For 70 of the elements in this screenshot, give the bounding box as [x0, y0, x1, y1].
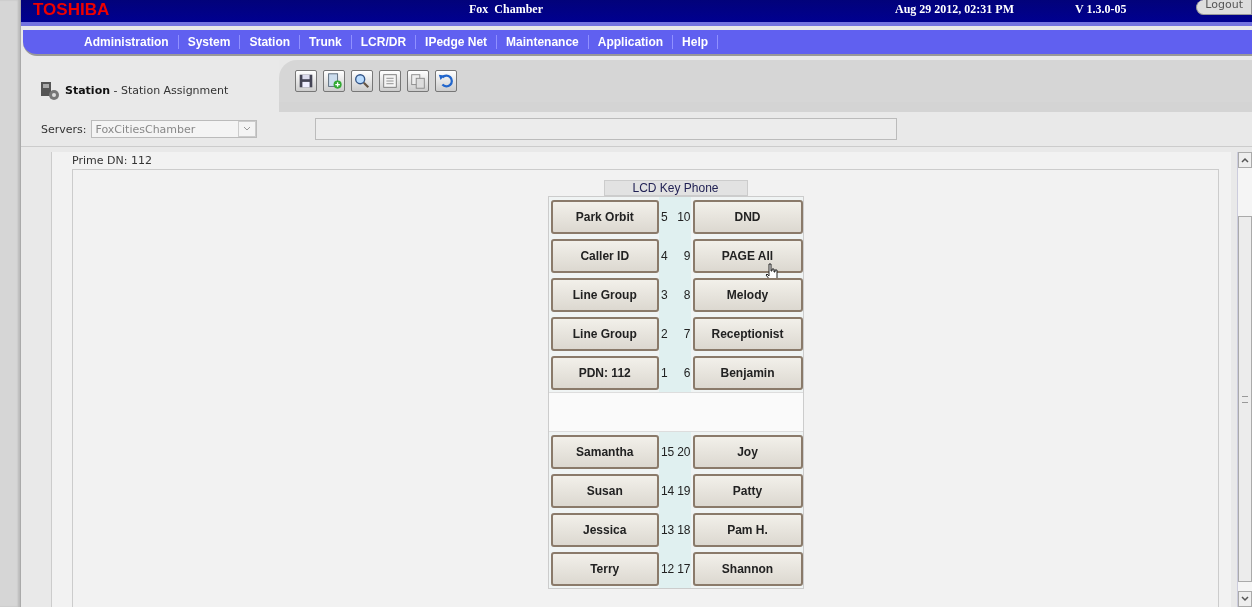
- copy-button[interactable]: [407, 70, 429, 92]
- undo-icon: [437, 72, 455, 90]
- search-icon: [353, 72, 371, 90]
- key-number: 20: [676, 444, 691, 459]
- key-button[interactable]: Patty: [692, 473, 803, 508]
- key-button[interactable]: Line Group: [550, 316, 659, 351]
- key-number: 6: [682, 365, 691, 380]
- menu-item[interactable]: Station: [240, 35, 301, 49]
- key-number: 13: [659, 522, 676, 537]
- date-time: Aug 29 2012, 02:31 PM: [895, 1, 1015, 17]
- key-button[interactable]: Samantha: [550, 434, 659, 469]
- servers-label: Servers:: [41, 122, 87, 136]
- save-icon: [297, 72, 315, 90]
- key-number: 4: [659, 248, 669, 263]
- key-number: 12: [659, 561, 676, 576]
- key-button[interactable]: Receptionist: [692, 316, 803, 351]
- key-button[interactable]: Susan: [550, 473, 659, 508]
- key-button[interactable]: Park Orbit: [550, 199, 659, 234]
- key-number: 14: [659, 483, 676, 498]
- key-number: 1: [659, 365, 669, 380]
- logout-button[interactable]: Logout: [1196, 0, 1252, 15]
- menu-item[interactable]: Trunk: [300, 35, 352, 49]
- add-button[interactable]: [323, 70, 345, 92]
- key-button[interactable]: Melody: [692, 277, 803, 312]
- key-button[interactable]: Pam H.: [692, 512, 803, 547]
- key-button[interactable]: DND: [692, 199, 803, 234]
- key-button[interactable]: Caller ID: [550, 238, 659, 273]
- key-button[interactable]: Benjamin: [692, 355, 803, 390]
- menu-item[interactable]: LCR/DR: [351, 35, 417, 49]
- menu-item[interactable]: Help: [673, 35, 719, 49]
- copy-icon: [409, 72, 427, 90]
- key-button[interactable]: Jessica: [550, 512, 659, 547]
- key-number: 2: [659, 326, 669, 341]
- list-icon: [381, 72, 399, 90]
- key-button[interactable]: PAGE All: [692, 238, 803, 273]
- save-button[interactable]: [295, 70, 317, 92]
- key-button[interactable]: Shannon: [692, 551, 803, 586]
- key-number: 3: [659, 287, 669, 302]
- menu-item[interactable]: IPedge Net: [416, 35, 498, 49]
- key-number: 15: [659, 444, 676, 459]
- version: V 1.3.0-05: [1075, 1, 1128, 17]
- chevron-icon: [242, 126, 251, 132]
- page-title: Station - Station Assignment: [65, 83, 229, 97]
- site-name: Fox Chamber: [469, 1, 544, 17]
- menu-item[interactable]: Maintenance: [497, 35, 589, 49]
- key-number: 9: [682, 248, 691, 263]
- key-number: 10: [676, 209, 691, 224]
- menu-item[interactable]: System: [178, 35, 241, 49]
- scrollbar[interactable]: [1237, 152, 1252, 607]
- undo-button[interactable]: [435, 70, 457, 92]
- key-button[interactable]: PDN: 112: [550, 355, 659, 390]
- prime-dn-label: Prime DN: 112: [71, 153, 153, 169]
- phone-title: LCD Key Phone: [603, 180, 748, 196]
- hand-cursor-icon: [764, 262, 779, 281]
- key-number: 19: [676, 483, 691, 498]
- add-icon: [325, 72, 343, 90]
- phone-gear-icon: [39, 79, 61, 101]
- key-number: 7: [682, 326, 691, 341]
- menu-item[interactable]: Application: [588, 35, 674, 49]
- key-button[interactable]: Joy: [692, 434, 803, 469]
- menu-item[interactable]: Administration: [75, 35, 179, 49]
- key-button[interactable]: Line Group: [550, 277, 659, 312]
- key-number: 5: [659, 209, 669, 224]
- key-number: 8: [682, 287, 691, 302]
- search-button[interactable]: [351, 70, 373, 92]
- logo: TOSHIBA: [32, 2, 111, 18]
- key-number: 17: [676, 561, 691, 576]
- key-button[interactable]: Terry: [550, 551, 659, 586]
- key-number: 18: [676, 522, 691, 537]
- list-button[interactable]: [379, 70, 401, 92]
